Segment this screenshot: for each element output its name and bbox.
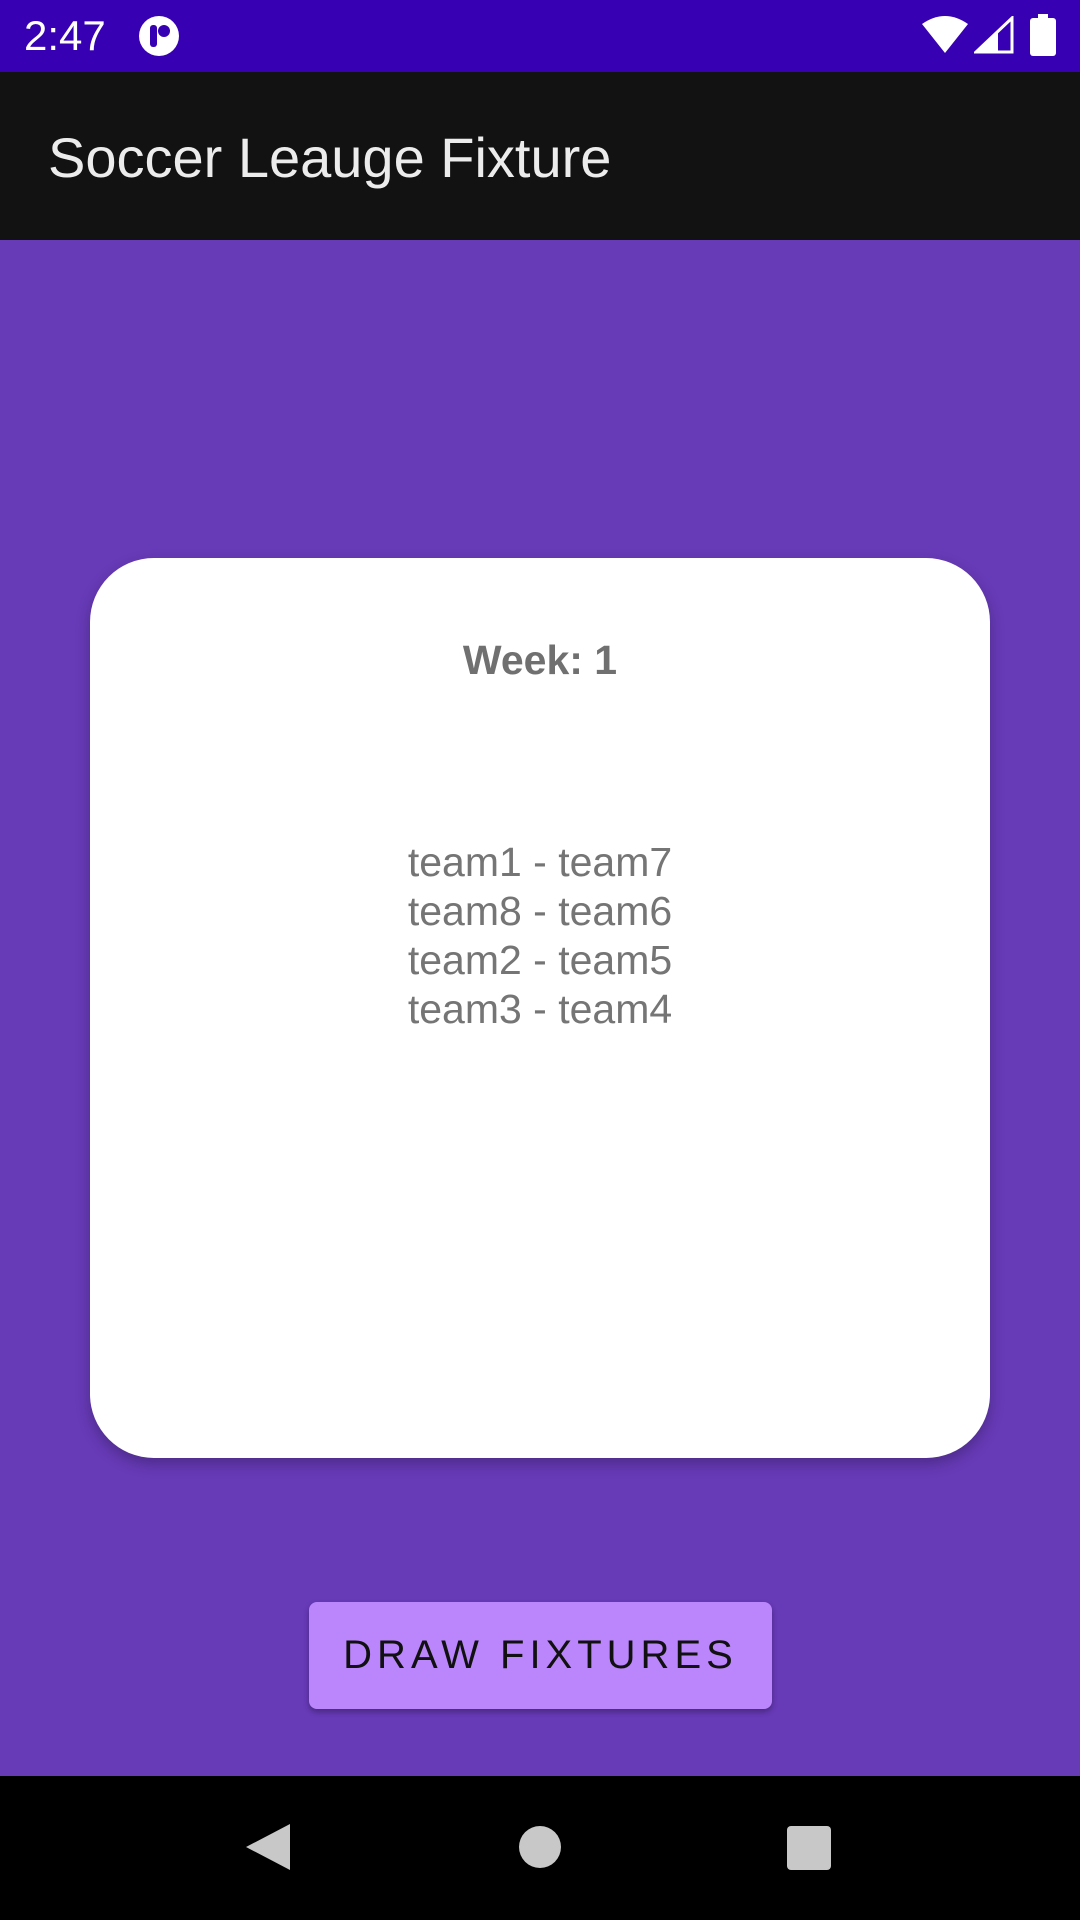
back-icon[interactable] xyxy=(244,1822,290,1872)
cellular-signal-icon xyxy=(974,16,1014,54)
fixture-card: Week: 1 team1 - team7 team8 - team6 team… xyxy=(90,558,990,1458)
recents-icon[interactable] xyxy=(786,1825,832,1871)
status-bar: 2:47 xyxy=(0,0,1080,72)
app-screen: 2:47 Soccer Leauge Fixture Week: 1 team1… xyxy=(0,0,1080,1920)
fixture-list: team1 - team7 team8 - team6 team2 - team… xyxy=(90,838,990,1034)
fixture-item: team3 - team4 xyxy=(407,986,673,1032)
status-time: 2:47 xyxy=(24,12,106,59)
fixture-item: team2 - team5 xyxy=(407,937,673,983)
app-bar: Soccer Leauge Fixture xyxy=(0,72,1080,240)
app-indicator-icon xyxy=(139,16,179,56)
app-title: Soccer Leauge Fixture xyxy=(48,126,612,189)
draw-fixtures-button[interactable]: DRAW FIXTURES xyxy=(309,1602,772,1709)
fixture-item: team8 - team6 xyxy=(407,888,673,934)
battery-icon xyxy=(1030,14,1056,56)
week-label: Week: 1 xyxy=(462,637,618,683)
fixture-item: team1 - team7 xyxy=(407,839,673,885)
wifi-icon xyxy=(922,16,968,53)
home-icon[interactable] xyxy=(518,1825,562,1869)
